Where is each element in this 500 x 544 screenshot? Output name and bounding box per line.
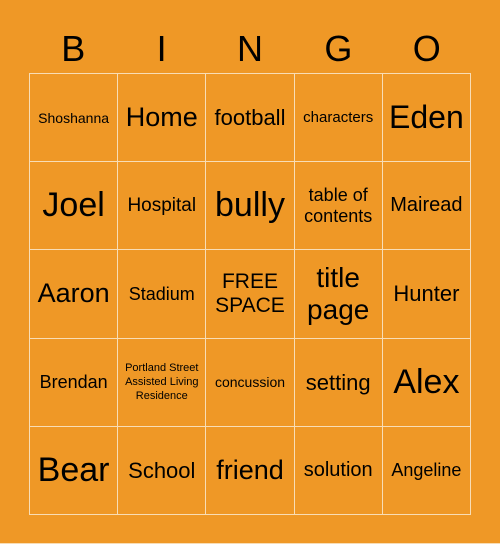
bingo-cell[interactable]: Alex	[382, 338, 471, 427]
header-letter-n: N	[236, 28, 263, 69]
bingo-cell[interactable]: Bear	[30, 426, 119, 515]
bingo-cell[interactable]: concussion	[206, 338, 295, 427]
bingo-cell[interactable]: Joel	[30, 162, 119, 251]
bingo-cell[interactable]: bully	[206, 162, 295, 251]
bingo-cell[interactable]: setting	[294, 338, 383, 427]
bingo-cell[interactable]: Hospital	[118, 162, 207, 251]
header-letter-o: O	[412, 28, 441, 69]
bingo-cell[interactable]: School	[118, 426, 207, 515]
bingo-grid: Shoshanna Home football characters Eden …	[29, 73, 471, 515]
bingo-header: B I N G O	[29, 26, 471, 72]
bingo-cell[interactable]: solution	[294, 426, 383, 515]
bingo-cell[interactable]: Home	[118, 74, 207, 163]
header-letter-i: I	[156, 28, 167, 69]
header-letter-b: B	[61, 28, 86, 69]
bingo-cell[interactable]: characters	[294, 74, 383, 163]
bingo-cell[interactable]: Portland Street Assisted Living Residenc…	[118, 338, 207, 427]
bingo-cell[interactable]: Aaron	[30, 250, 119, 339]
bingo-cell[interactable]: Eden	[382, 74, 471, 163]
bingo-cell[interactable]: table of contents	[294, 162, 383, 251]
bingo-cell[interactable]: football	[206, 74, 295, 163]
bingo-cell[interactable]: Shoshanna	[30, 74, 119, 163]
bingo-cell[interactable]: Mairead	[382, 162, 471, 251]
bingo-cell[interactable]: friend	[206, 426, 295, 515]
bingo-cell[interactable]: Angeline	[382, 426, 471, 515]
bingo-cell[interactable]: Hunter	[382, 250, 471, 339]
bingo-cell[interactable]: title page	[294, 250, 383, 339]
header-letter-g: G	[324, 28, 353, 69]
bingo-cell[interactable]: Stadium	[118, 250, 207, 339]
bingo-cell[interactable]: Brendan	[30, 338, 119, 427]
free-space-cell[interactable]: FREE SPACE	[206, 250, 295, 339]
